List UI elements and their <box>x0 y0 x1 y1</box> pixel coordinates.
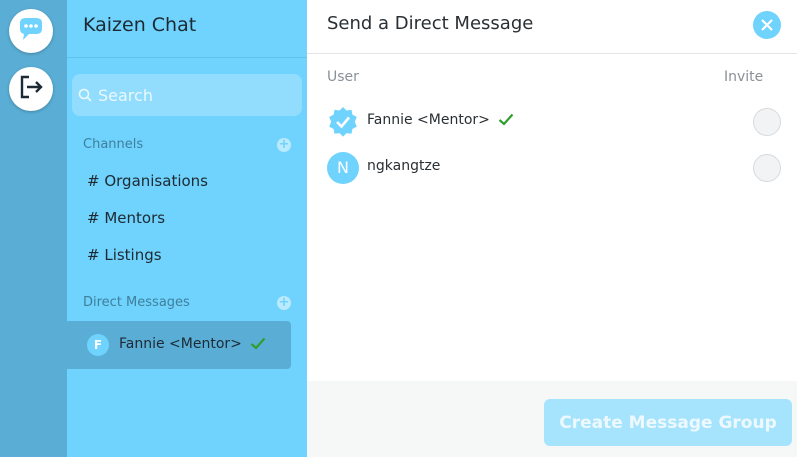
invite-radio-fannie[interactable] <box>753 108 781 136</box>
dialog-title: Send a Direct Message <box>327 13 534 34</box>
column-header-invite: Invite <box>724 69 764 85</box>
avatar: F <box>87 334 109 356</box>
search-placeholder: Search <box>98 85 153 105</box>
search-input[interactable]: Search <box>72 74 302 116</box>
search-icon <box>78 88 92 102</box>
chat-home-button[interactable] <box>9 9 53 53</box>
avatar: N <box>327 152 359 184</box>
logout-button[interactable] <box>9 67 53 111</box>
logout-icon <box>17 73 45 105</box>
sidebar-divider <box>67 57 307 58</box>
channel-listings[interactable]: # Listings <box>87 246 162 264</box>
verified-badge-icon <box>327 106 359 142</box>
direct-messages-label: Direct Messages <box>83 295 190 310</box>
icon-rail <box>0 0 67 457</box>
channel-organisations[interactable]: # Organisations <box>87 172 208 190</box>
check-icon <box>250 337 266 354</box>
column-header-user: User <box>327 69 359 85</box>
plus-icon[interactable]: + <box>277 138 291 152</box>
close-icon <box>760 18 774 32</box>
user-name: Fannie <Mentor> <box>367 112 490 128</box>
user-name: ngkangtze <box>367 158 441 174</box>
close-button[interactable] <box>753 11 781 39</box>
dialog-header: Send a Direct Message <box>307 0 797 54</box>
user-row-fannie[interactable]: Fannie <Mentor> <box>307 102 797 142</box>
user-row-ngkangtze[interactable]: N ngkangtze <box>307 148 797 188</box>
check-icon <box>498 113 514 130</box>
dialog-footer: Create Message Group <box>307 381 797 457</box>
dm-name: Fannie <Mentor> <box>119 336 242 352</box>
dm-item-fannie[interactable]: F Fannie <Mentor> <box>67 321 291 369</box>
chat-bubble-icon <box>16 14 46 48</box>
channel-mentors[interactable]: # Mentors <box>87 209 165 227</box>
create-message-group-button[interactable]: Create Message Group <box>544 399 792 446</box>
plus-icon[interactable]: + <box>277 296 291 310</box>
channels-label: Channels <box>83 137 144 152</box>
app-title: Kaizen Chat <box>83 14 197 36</box>
invite-radio-ngkangtze[interactable] <box>753 154 781 182</box>
sidebar: Kaizen Chat Search Channels + # Organisa… <box>67 0 307 457</box>
